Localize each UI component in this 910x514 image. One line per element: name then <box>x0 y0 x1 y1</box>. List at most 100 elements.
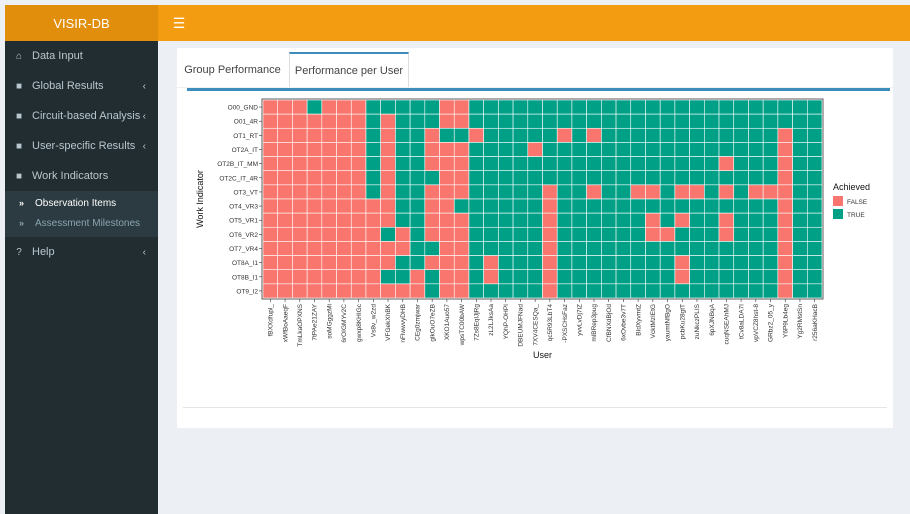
heatmap-cell <box>704 142 720 157</box>
heatmap-cell <box>336 212 352 228</box>
heatmap-cell <box>262 212 279 228</box>
sidebar-toggle-icon[interactable]: ☰ <box>168 12 190 34</box>
heatmap-cell <box>483 127 499 143</box>
sidebar-item-global-results[interactable]: ■ Global Results ‹ <box>5 71 158 101</box>
heatmap-cell <box>806 255 823 271</box>
heatmap-cell <box>498 142 514 157</box>
heatmap-cell <box>586 113 602 129</box>
sidebar-item-user-specific-results[interactable]: ■ User-specific Results ‹ <box>5 131 158 161</box>
heatmap-cell <box>586 142 602 157</box>
heatmap-cell <box>380 283 396 299</box>
heatmap-cell <box>645 241 661 256</box>
heatmap-cell <box>689 156 705 172</box>
heatmap-cell <box>439 184 455 200</box>
heatmap-cell <box>395 241 411 256</box>
heatmap-cell <box>601 156 617 172</box>
heatmap-cell <box>615 127 632 143</box>
heatmap-cell <box>321 113 337 129</box>
sidebar-item-work-indicators[interactable]: ■ Work Indicators <box>5 161 158 191</box>
heatmap-cell <box>601 99 617 115</box>
heatmap-cell <box>365 241 381 256</box>
heatmap-cell <box>556 255 573 271</box>
heatmap-cell <box>321 241 337 256</box>
x-tick-label: VcktMzIEtG <box>650 304 657 338</box>
heatmap-cell <box>659 226 676 242</box>
heatmap-cell <box>792 184 808 200</box>
heatmap-cell <box>601 269 617 285</box>
heatmap-cell <box>792 99 808 115</box>
subitem-observation-items[interactable]: » Observation Items <box>5 193 158 213</box>
heatmap-cell <box>630 170 646 186</box>
heatmap-cell <box>542 226 558 242</box>
heatmap-cell <box>586 156 602 172</box>
y-tick-label: OT5_VR1 <box>229 218 258 225</box>
sidebar-item-data-input[interactable]: ⌂ Data Input <box>5 41 158 71</box>
heatmap-cell <box>792 212 808 228</box>
heatmap-cell <box>365 269 381 285</box>
heatmap-cell <box>439 283 455 299</box>
x-tick-label: mlBRep3pug <box>591 304 598 342</box>
heatmap-cell <box>689 99 705 115</box>
heatmap-cell <box>615 241 632 256</box>
folder-icon: ■ <box>15 110 23 122</box>
heatmap-cell <box>277 226 293 242</box>
heatmap-cell <box>630 113 646 129</box>
heatmap-cell <box>409 198 426 214</box>
y-tick-label: OT4_VR3 <box>229 204 258 211</box>
heatmap-cell <box>350 127 367 143</box>
heatmap-cell <box>498 99 514 115</box>
heatmap-cell <box>645 127 661 143</box>
heatmap-cell <box>748 212 764 228</box>
heatmap-cell <box>527 212 543 228</box>
sidebar-item-circuit-based-analysis[interactable]: ■ Circuit-based Analysis ‹ <box>5 101 158 131</box>
tab-group-performance[interactable]: Group Performance <box>177 52 288 88</box>
app-logo[interactable]: VISIR-DB <box>5 5 158 41</box>
heatmap-cell <box>380 241 396 256</box>
x-tick-label: 7XV4CESQa_ <box>532 304 539 346</box>
heatmap-cell <box>630 226 646 242</box>
y-tick-label: OT1_RT <box>233 133 258 140</box>
sidebar-item-help[interactable]: ? Help ‹ <box>5 237 158 267</box>
heatmap-cell <box>806 127 823 143</box>
heatmap-cell <box>601 113 617 129</box>
heatmap-cell <box>571 255 587 271</box>
sidebar: ⌂ Data Input ■ Global Results ‹ ■ Circui… <box>5 41 158 514</box>
heatmap-cell <box>571 184 587 200</box>
x-tick-label: fBXXdfupl_ <box>268 304 275 337</box>
heatmap-cell <box>306 142 323 157</box>
heatmap-cell <box>792 255 808 271</box>
heatmap-cell <box>336 127 352 143</box>
heatmap-cell <box>277 127 293 143</box>
heatmap-cell <box>601 212 617 228</box>
heatmap-cell <box>733 99 749 115</box>
heatmap-cell <box>321 226 337 242</box>
heatmap-cell <box>262 156 279 172</box>
heatmap-cell <box>748 142 764 157</box>
heatmap-cell <box>380 184 396 200</box>
subitem-assessment-milestones[interactable]: » Assessment Milestones <box>5 213 158 233</box>
heatmap-cell <box>453 127 470 143</box>
heatmap-cell <box>424 184 440 200</box>
subitem-label: Observation Items <box>35 197 117 209</box>
heatmap-cell <box>806 156 823 172</box>
heatmap-cell <box>512 170 529 186</box>
heatmap-cell <box>365 198 381 214</box>
tab-performance-per-user[interactable]: Performance per User <box>289 52 409 88</box>
heatmap-cell <box>689 184 705 200</box>
heatmap-cell <box>453 241 470 256</box>
heatmap-cell <box>395 184 411 200</box>
heatmap-cell <box>792 170 808 186</box>
heatmap-cell <box>527 99 543 115</box>
heatmap-cell <box>601 184 617 200</box>
heatmap-cell <box>792 269 808 285</box>
heatmap-cell <box>409 212 426 228</box>
heatmap-cell <box>453 142 470 157</box>
heatmap-cell <box>350 198 367 214</box>
heatmap-cell <box>733 269 749 285</box>
heatmap-cell <box>277 283 293 299</box>
heatmap-cell <box>439 212 455 228</box>
heatmap-cell <box>336 269 352 285</box>
heatmap-cell <box>277 255 293 271</box>
heatmap-cell <box>292 127 308 143</box>
heatmap-cell <box>571 283 587 299</box>
